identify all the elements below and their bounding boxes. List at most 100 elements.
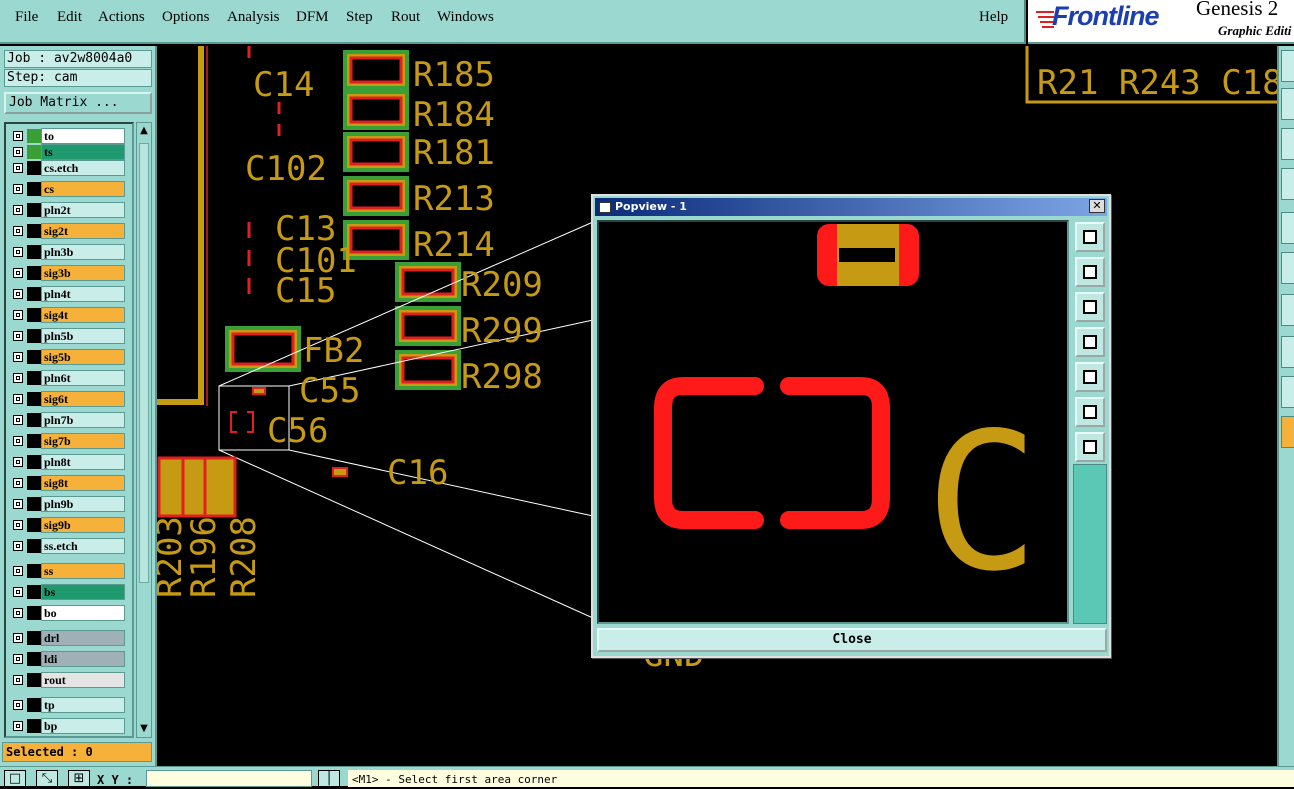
- popview-center-icon[interactable]: [1075, 432, 1105, 462]
- layer-row-pln8t[interactable]: pln8t: [8, 454, 128, 470]
- layer-color-swatch[interactable]: [27, 129, 41, 143]
- layer-row-pln6t[interactable]: pln6t: [8, 370, 128, 386]
- menu-actions[interactable]: Actions: [98, 9, 145, 26]
- layer-name[interactable]: bo: [41, 605, 125, 621]
- layer-color-swatch[interactable]: [27, 308, 41, 322]
- layer-name[interactable]: sig8t: [41, 475, 125, 491]
- layer-checkbox[interactable]: [13, 373, 23, 383]
- layer-checkbox[interactable]: [13, 541, 23, 551]
- popview-fit-icon[interactable]: [1075, 397, 1105, 427]
- layer-color-swatch[interactable]: [27, 652, 41, 666]
- layer-name[interactable]: tp: [41, 697, 125, 713]
- grid-tool-icon[interactable]: ⊞: [68, 770, 90, 787]
- layer-checkbox[interactable]: [13, 394, 23, 404]
- layer-checkbox[interactable]: [13, 721, 23, 731]
- popview-pan-up-icon[interactable]: [1075, 257, 1105, 287]
- layer-color-swatch[interactable]: [27, 564, 41, 578]
- layer-checkbox[interactable]: [13, 226, 23, 236]
- job-matrix-button[interactable]: Job Matrix ...: [4, 92, 152, 114]
- layer-color-swatch[interactable]: [27, 518, 41, 532]
- layer-name[interactable]: pln9b: [41, 496, 125, 512]
- menu-help[interactable]: Help: [979, 9, 1008, 26]
- layer-color-swatch[interactable]: [27, 698, 41, 712]
- layer-name[interactable]: cs.etch: [41, 160, 125, 176]
- layer-name[interactable]: sig5b: [41, 349, 125, 365]
- layer-color-swatch[interactable]: [27, 145, 41, 159]
- layer-row-sig7b[interactable]: sig7b: [8, 433, 128, 449]
- layer-name[interactable]: pln4t: [41, 286, 125, 302]
- layer-checkbox[interactable]: [13, 478, 23, 488]
- menu-analysis[interactable]: Analysis: [227, 9, 280, 26]
- popview-pan-down-icon[interactable]: [1075, 292, 1105, 322]
- right-tool-5[interactable]: [1281, 212, 1294, 244]
- layer-row-pln5b[interactable]: pln5b: [8, 328, 128, 344]
- layer-color-swatch[interactable]: [27, 287, 41, 301]
- layer-checkbox[interactable]: [13, 700, 23, 710]
- right-tool-2[interactable]: [1281, 88, 1294, 120]
- menu-dfm[interactable]: DFM: [296, 9, 329, 26]
- layer-name[interactable]: sig9b: [41, 517, 125, 533]
- menu-windows[interactable]: Windows: [437, 9, 494, 26]
- layer-row-pln7b[interactable]: pln7b: [8, 412, 128, 428]
- layer-color-swatch[interactable]: [27, 392, 41, 406]
- popview-pan-left-icon[interactable]: [1075, 327, 1105, 357]
- layer-row-cs[interactable]: cs: [8, 181, 128, 197]
- popview-zoom-icon[interactable]: [1075, 222, 1105, 252]
- layer-color-swatch[interactable]: [27, 606, 41, 620]
- layer-checkbox[interactable]: [13, 205, 23, 215]
- layer-checkbox[interactable]: [13, 131, 23, 141]
- right-tool-4[interactable]: [1281, 168, 1294, 200]
- layer-checkbox[interactable]: [13, 310, 23, 320]
- right-tool-1[interactable]: [1281, 50, 1294, 82]
- layer-checkbox[interactable]: [13, 352, 23, 362]
- layer-color-swatch[interactable]: [27, 497, 41, 511]
- popview-canvas[interactable]: C: [597, 220, 1069, 624]
- xy-input[interactable]: [146, 770, 312, 787]
- layer-row-drl[interactable]: drl: [8, 630, 128, 646]
- layer-row-sig6t[interactable]: sig6t: [8, 391, 128, 407]
- layer-color-swatch[interactable]: [27, 719, 41, 733]
- layer-checkbox[interactable]: [13, 184, 23, 194]
- layer-name[interactable]: pln6t: [41, 370, 125, 386]
- layer-row-rout[interactable]: rout: [8, 672, 128, 688]
- layer-row-tp[interactable]: tp: [8, 697, 128, 713]
- scroll-down-icon[interactable]: ▼: [138, 722, 150, 736]
- popview-titlebar[interactable]: Popview - 1: [595, 198, 1107, 216]
- layer-row-pln3b[interactable]: pln3b: [8, 244, 128, 260]
- layer-row-pln4t[interactable]: pln4t: [8, 286, 128, 302]
- layer-color-swatch[interactable]: [27, 539, 41, 553]
- layer-row-pln2t[interactable]: pln2t: [8, 202, 128, 218]
- layer-checkbox[interactable]: [13, 587, 23, 597]
- layer-name[interactable]: sig3b: [41, 265, 125, 281]
- layer-color-swatch[interactable]: [27, 476, 41, 490]
- layer-row-ss-etch[interactable]: ss.etch: [8, 538, 128, 554]
- layer-name[interactable]: sig4t: [41, 307, 125, 323]
- layer-checkbox[interactable]: [13, 436, 23, 446]
- layer-checkbox[interactable]: [13, 633, 23, 643]
- layer-name[interactable]: drl: [41, 630, 125, 646]
- layer-checkbox[interactable]: [13, 147, 23, 157]
- popview-close-icon[interactable]: ✕: [1089, 199, 1105, 213]
- popview-pan-right-icon[interactable]: [1075, 362, 1105, 392]
- layer-name[interactable]: pln5b: [41, 328, 125, 344]
- layer-row-sig9b[interactable]: sig9b: [8, 517, 128, 533]
- popview-close-button[interactable]: Close: [597, 628, 1107, 652]
- layer-row-bp[interactable]: bp: [8, 718, 128, 734]
- layer-checkbox[interactable]: [13, 520, 23, 530]
- layer-checkbox[interactable]: [13, 499, 23, 509]
- layer-row-bo[interactable]: bo: [8, 605, 128, 621]
- layer-row-pln9b[interactable]: pln9b: [8, 496, 128, 512]
- select-tool-icon[interactable]: □: [4, 770, 26, 787]
- right-tool-3[interactable]: [1281, 128, 1294, 160]
- layer-color-swatch[interactable]: [27, 455, 41, 469]
- layer-color-swatch[interactable]: [27, 203, 41, 217]
- layer-name[interactable]: ts: [41, 144, 125, 160]
- right-tool-9[interactable]: [1281, 376, 1294, 408]
- layer-checkbox[interactable]: [13, 608, 23, 618]
- menu-options[interactable]: Options: [162, 9, 210, 26]
- scroll-up-icon[interactable]: ▲: [138, 124, 150, 138]
- layer-row-sig5b[interactable]: sig5b: [8, 349, 128, 365]
- layer-checkbox[interactable]: [13, 654, 23, 664]
- right-tool-6[interactable]: [1281, 252, 1294, 284]
- layer-name[interactable]: ss: [41, 563, 125, 579]
